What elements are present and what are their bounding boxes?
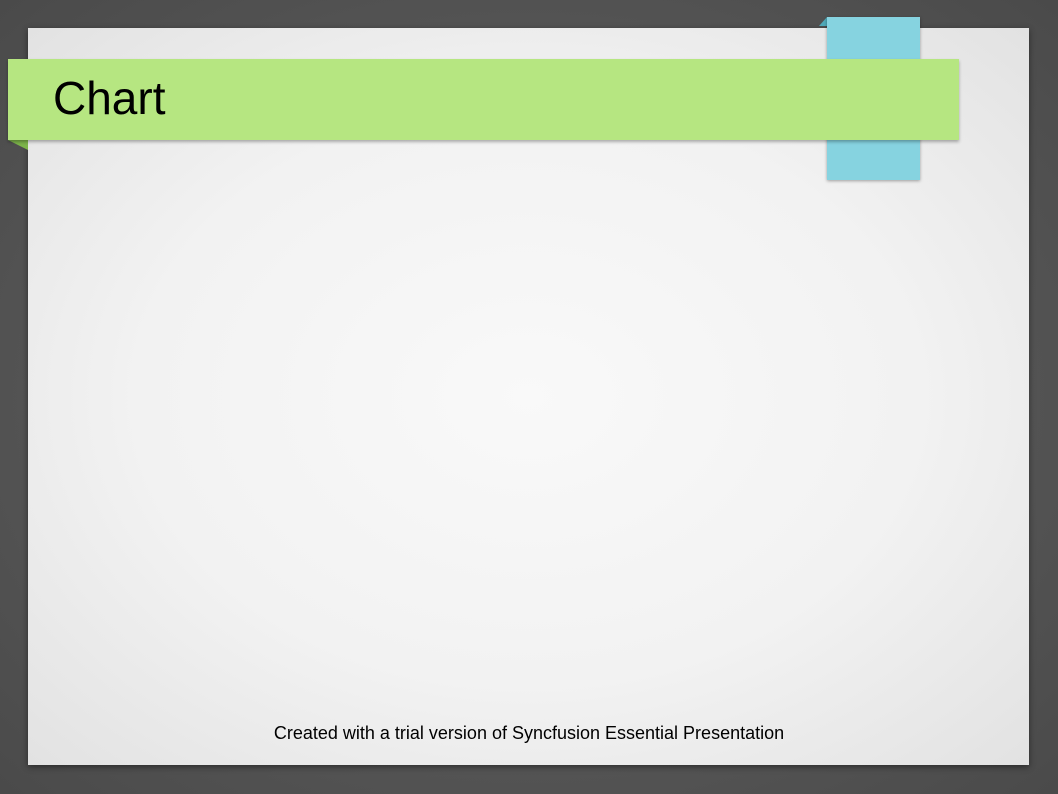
title-banner-fold: [8, 140, 28, 150]
trial-watermark: Created with a trial version of Syncfusi…: [273, 723, 785, 743]
blue-tab-fold: [819, 17, 827, 26]
slide-title: Chart: [53, 72, 166, 124]
title-banner: Chart: [8, 59, 959, 140]
